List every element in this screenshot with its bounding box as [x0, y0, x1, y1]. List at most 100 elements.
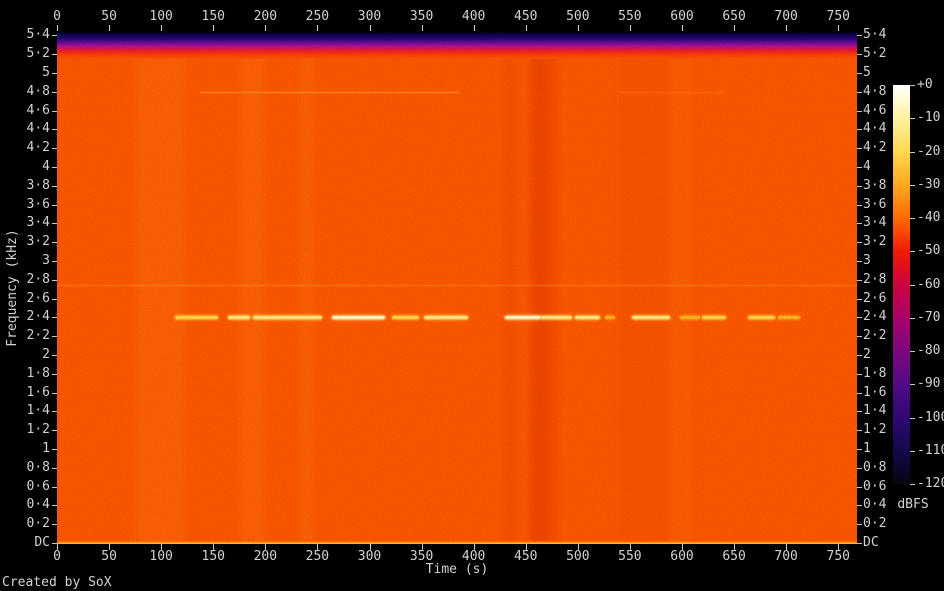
y-tick-right: [857, 205, 862, 206]
x-tick-top: [109, 25, 110, 31]
y-tick-right: [857, 411, 862, 412]
x-tick-top: [57, 25, 58, 31]
x-tick-label-top: 750: [813, 10, 863, 24]
x-tick-label-top: 200: [240, 10, 290, 24]
x-tick-label-bottom: 100: [136, 550, 186, 564]
x-tick-label-bottom: 750: [813, 550, 863, 564]
x-tick-top: [786, 25, 787, 31]
colorbar-tick-label: -70: [917, 311, 944, 325]
tone-line-segment: [253, 316, 322, 319]
y-tick-right: [857, 35, 862, 36]
vertical-streak: [548, 31, 558, 544]
tone-line-segment: [228, 316, 250, 319]
colorbar-tick: [910, 351, 915, 352]
x-tick-label-bottom: 150: [188, 550, 238, 564]
y-tick-right: [857, 111, 862, 112]
x-tick-label-top: 400: [449, 10, 499, 24]
y-tick-label-right: 5·2: [863, 47, 913, 61]
y-tick-label-left: 0·8: [0, 461, 50, 475]
x-tick-top: [682, 25, 683, 31]
colorbar: [893, 85, 910, 484]
y-tick-label-left: 4·4: [0, 122, 50, 136]
y-tick-left: [52, 92, 57, 93]
x-tick-label-bottom: 0: [32, 550, 82, 564]
y-tick-left: [52, 299, 57, 300]
y-tick-right: [857, 374, 862, 375]
x-tick-label-bottom: 550: [605, 550, 655, 564]
y-tick-right: [857, 543, 862, 544]
x-tick-label-top: 0: [32, 10, 82, 24]
y-tick-label-left: 1: [0, 442, 50, 456]
colorbar-tick-label: +0: [917, 78, 944, 92]
y-axis-title: Frequency (kHz): [6, 188, 20, 388]
x-tick-top: [630, 25, 631, 31]
x-tick-top: [213, 25, 214, 31]
y-tick-right: [857, 449, 862, 450]
colorbar-tick-label: -60: [917, 278, 944, 292]
tone-line-segment: [541, 316, 571, 319]
tone-line-segment: [575, 316, 600, 319]
y-tick-label-left: 1·4: [0, 404, 50, 418]
vertical-streak: [135, 31, 186, 544]
colorbar-tick-label: -100: [917, 411, 944, 425]
tone-line-segment: [748, 316, 775, 319]
colorbar-tick: [910, 118, 915, 119]
y-tick-right: [857, 148, 862, 149]
colorbar-tick-label: -20: [917, 145, 944, 159]
y-tick-right: [857, 167, 862, 168]
y-tick-left: [52, 148, 57, 149]
colorbar-tick-label: -110: [917, 444, 944, 458]
y-tick-right: [857, 223, 862, 224]
y-tick-left: [52, 524, 57, 525]
vertical-streak: [240, 31, 265, 544]
vertical-streak: [503, 31, 518, 544]
y-tick-left: [52, 54, 57, 55]
y-tick-label-left: 4·6: [0, 104, 50, 118]
y-tick-right: [857, 129, 862, 130]
y-tick-right: [857, 280, 862, 281]
colorbar-tick: [910, 85, 915, 86]
y-tick-label-left: 0·6: [0, 480, 50, 494]
y-tick-right: [857, 54, 862, 55]
x-tick-label-bottom: 300: [345, 550, 395, 564]
colorbar-tick: [910, 251, 915, 252]
y-tick-label-left: 5: [0, 66, 50, 80]
y-tick-right: [857, 242, 862, 243]
tone-line-segment: [424, 316, 469, 319]
faint-harmonic-line: [200, 92, 460, 94]
tone-line-segment: [332, 316, 385, 319]
faint-harmonic-line: [57, 285, 857, 287]
x-tick-label-top: 700: [761, 10, 811, 24]
y-tick-right: [857, 430, 862, 431]
anti-alias-rolloff-band: [57, 31, 857, 59]
tone-line-segment: [505, 316, 541, 319]
y-tick-label-right: DC: [863, 536, 913, 550]
y-tick-left: [52, 223, 57, 224]
x-tick-label-top: 450: [501, 10, 551, 24]
x-tick-top: [526, 25, 527, 31]
faint-harmonic-line: [620, 92, 724, 94]
y-tick-left: [52, 167, 57, 168]
colorbar-tick: [910, 384, 915, 385]
y-tick-label-right: 5·4: [863, 28, 913, 42]
plot-area: [57, 31, 857, 544]
y-tick-label-left: 0·4: [0, 498, 50, 512]
y-tick-left: [52, 336, 57, 337]
y-tick-label-left: 4·8: [0, 85, 50, 99]
x-tick-label-bottom: 50: [84, 550, 134, 564]
y-tick-label-left: 5·4: [0, 28, 50, 42]
y-tick-label-right: 5: [863, 66, 913, 80]
colorbar-tick: [910, 185, 915, 186]
x-tick-label-top: 50: [84, 10, 134, 24]
y-tick-label-left: 0·2: [0, 517, 50, 531]
y-tick-left: [52, 505, 57, 506]
x-axis-title: Time (s): [57, 563, 857, 577]
vertical-streak: [670, 31, 693, 544]
x-tick-top: [838, 25, 839, 31]
y-tick-right: [857, 317, 862, 318]
y-tick-left: [52, 468, 57, 469]
tone-line-segment: [632, 316, 670, 319]
credit-text: Created by SoX: [2, 576, 112, 590]
x-tick-label-top: 500: [553, 10, 603, 24]
y-tick-left: [52, 430, 57, 431]
